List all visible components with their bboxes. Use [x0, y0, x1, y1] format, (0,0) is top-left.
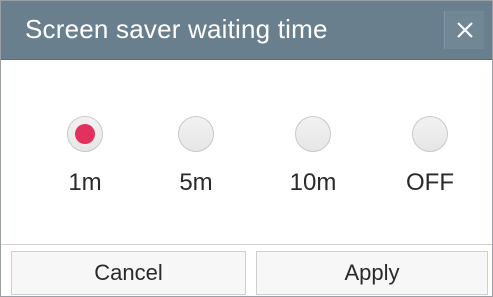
radio-5m[interactable] [178, 116, 214, 152]
waiting-time-options: 1m 5m 10m OFF [1, 59, 492, 244]
radio-1m[interactable] [67, 116, 103, 152]
option-label-10m: 10m [289, 169, 337, 196]
apply-button[interactable]: Apply [256, 251, 488, 295]
option-1m[interactable]: 1m [45, 59, 125, 244]
screen-saver-dialog: Screen saver waiting time 1m 5m 10m OFF [0, 0, 493, 297]
dialog-title: Screen saver waiting time [25, 14, 328, 44]
option-label-off: OFF [406, 169, 454, 196]
close-button[interactable] [444, 11, 484, 49]
option-5m[interactable]: 5m [156, 59, 236, 244]
dialog-footer: Cancel Apply [1, 244, 492, 297]
option-label-1m: 1m [68, 169, 102, 196]
cancel-button[interactable]: Cancel [11, 251, 246, 295]
radio-off[interactable] [412, 116, 448, 152]
dialog-titlebar: Screen saver waiting time [1, 1, 492, 60]
option-10m[interactable]: 10m [273, 59, 353, 244]
option-off[interactable]: OFF [390, 59, 470, 244]
radio-10m[interactable] [295, 116, 331, 152]
radio-selected-dot [75, 124, 95, 144]
close-icon [455, 20, 475, 40]
option-label-5m: 5m [179, 169, 213, 196]
